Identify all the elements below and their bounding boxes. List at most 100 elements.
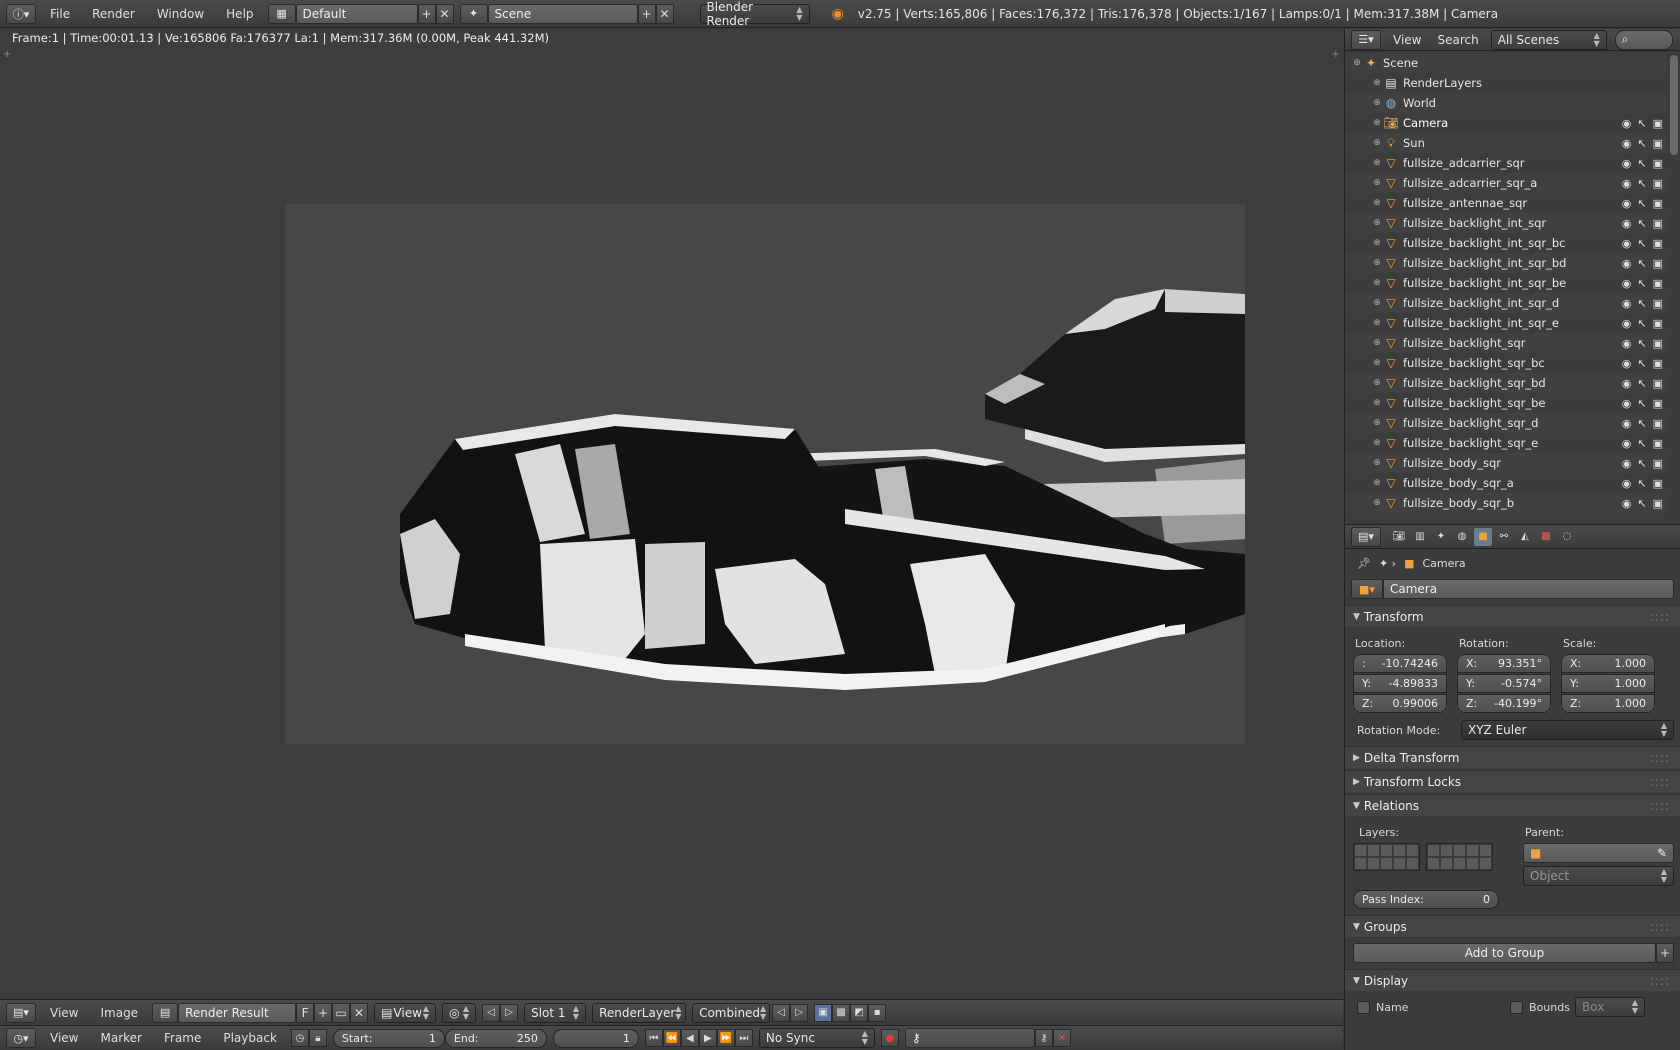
outliner-row[interactable]: ⊕ ▤ RenderLayers (1345, 73, 1667, 93)
next-slot-arrow-icon[interactable]: ▷ (500, 1003, 519, 1022)
renderable-camera-icon[interactable]: ▣ (1653, 477, 1663, 490)
expand-toggle-icon[interactable]: ⊕ (1371, 278, 1383, 288)
expand-toggle-icon[interactable]: ⊕ (1371, 398, 1383, 408)
expand-toggle-icon[interactable]: ⊕ (1371, 438, 1383, 448)
fake-user-button[interactable]: F (296, 1002, 315, 1023)
display-panel-header[interactable]: ▼ Display:::: (1345, 969, 1680, 991)
object-name-field[interactable]: Camera (1383, 579, 1674, 599)
tab-render-icon[interactable]: 📷︎ (1390, 528, 1408, 546)
selectable-cursor-icon[interactable]: ↖ (1637, 277, 1646, 290)
expand-toggle-icon[interactable]: ⊕ (1371, 318, 1383, 328)
delete-keyframe-icon[interactable]: ✕ (1052, 1029, 1071, 1047)
insert-keyframe-icon[interactable]: ⚷ (1034, 1029, 1053, 1047)
add-scene-button[interactable]: + (637, 3, 656, 24)
outliner-row[interactable]: ⊕ ▽ fullsize_backlight_int_sqr ◉ ↖ ▣ (1345, 213, 1667, 233)
object-browse-button[interactable]: ■▾ (1351, 579, 1383, 599)
open-image-button[interactable]: ▭ (332, 1002, 351, 1023)
expand-toggle-icon[interactable]: ⊕ (1351, 58, 1363, 68)
preview-range-icon[interactable]: ◷ (290, 1029, 309, 1047)
renderable-camera-icon[interactable]: ▣ (1653, 437, 1663, 450)
outliner-row[interactable]: ⊕ ▽ fullsize_backlight_int_sqr_bd ◉ ↖ ▣ (1345, 253, 1667, 273)
tab-scene-icon[interactable]: ✦ (1432, 528, 1450, 546)
selectable-cursor-icon[interactable]: ↖ (1637, 437, 1646, 450)
location-field[interactable]: : -10.74246 (1353, 654, 1447, 673)
expand-toggle-icon[interactable]: ⊕ (1371, 98, 1383, 108)
render-layer-dropdown[interactable]: RenderLayer ▲ ▼ (592, 1002, 687, 1023)
draw-alpha-checker-icon[interactable]: ▩ (832, 1003, 851, 1022)
new-image-button[interactable]: + (314, 1002, 333, 1023)
visibility-eye-icon[interactable]: ◉ (1622, 277, 1632, 290)
expand-toggle-icon[interactable]: ⊕ (1371, 198, 1383, 208)
expand-toggle-icon[interactable]: ⊕ (1371, 358, 1383, 368)
scale-field[interactable]: X: 1.000 (1561, 654, 1655, 673)
selectable-cursor-icon[interactable]: ↖ (1637, 237, 1646, 250)
lock-time-cursor-icon[interactable]: 🔒︎ (308, 1029, 327, 1047)
visibility-eye-icon[interactable]: ◉ (1622, 377, 1632, 390)
expand-toggle-icon[interactable]: ⊕ (1371, 458, 1383, 468)
tab-constraints-icon[interactable]: ⚯ (1495, 528, 1513, 546)
renderable-camera-icon[interactable]: ▣ (1653, 237, 1663, 250)
outliner-row[interactable]: ⊕ ▽ fullsize_backlight_sqr_e ◉ ↖ ▣ (1345, 433, 1667, 453)
selectable-cursor-icon[interactable]: ↖ (1637, 477, 1646, 490)
expand-toggle-icon[interactable]: ⊕ (1371, 478, 1383, 488)
visibility-eye-icon[interactable]: ◉ (1622, 477, 1632, 490)
add-to-group-button[interactable]: Add to Group (1353, 943, 1656, 963)
jump-next-keyframe-icon[interactable]: ⏩ (716, 1029, 735, 1047)
pivot-dropdown[interactable]: ◎ ▲ ▼ (442, 1002, 477, 1023)
expand-toggle-icon[interactable]: ⊕ (1371, 298, 1383, 308)
visibility-eye-icon[interactable]: ◉ (1622, 177, 1632, 190)
eyedropper-icon[interactable]: ✎ (1657, 846, 1667, 860)
transform-locks-panel-header[interactable]: ▶ Transform Locks:::: (1345, 770, 1680, 792)
selectable-cursor-icon[interactable]: ↖ (1637, 377, 1646, 390)
renderable-camera-icon[interactable]: ▣ (1653, 397, 1663, 410)
image-editor-viewport[interactable]: Frame:1 | Time:00:01.13 | Ve:165806 Fa:1… (0, 29, 1343, 999)
visibility-eye-icon[interactable]: ◉ (1622, 457, 1632, 470)
bounds-type-dropdown[interactable]: Box ▲ ▼ (1575, 997, 1645, 1017)
visibility-eye-icon[interactable]: ◉ (1622, 117, 1632, 130)
selectable-cursor-icon[interactable]: ↖ (1637, 197, 1646, 210)
transform-panel-header[interactable]: ▼ Transform:::: (1345, 605, 1680, 627)
menu-help[interactable]: Help (218, 7, 261, 21)
renderable-camera-icon[interactable]: ▣ (1653, 277, 1663, 290)
outliner-scrollbar[interactable] (1670, 55, 1678, 155)
expand-toggle-icon[interactable]: ⊕ (1371, 238, 1383, 248)
current-frame-field[interactable]: 1 (552, 1028, 639, 1048)
tab-physics-icon[interactable]: ◌ (1558, 528, 1576, 546)
visibility-eye-icon[interactable]: ◉ (1622, 337, 1632, 350)
delete-layout-button[interactable]: ✕ (435, 3, 454, 24)
editor-type-info-button[interactable]: ⓘ▾ (6, 3, 36, 24)
timeline-menu-view[interactable]: View (42, 1031, 86, 1045)
visibility-eye-icon[interactable]: ◉ (1622, 497, 1632, 510)
outliner-row[interactable]: ⊕ ▽ fullsize_backlight_int_sqr_e ◉ ↖ ▣ (1345, 313, 1667, 333)
screen-layout-field[interactable]: Default (295, 3, 418, 24)
name-checkbox[interactable] (1357, 1000, 1370, 1014)
renderable-camera-icon[interactable]: ▣ (1653, 137, 1663, 150)
outliner-search-input[interactable]: ⌕ (1614, 29, 1673, 50)
selectable-cursor-icon[interactable]: ↖ (1637, 117, 1646, 130)
outliner-menu-view[interactable]: View (1389, 33, 1425, 47)
sync-mode-dropdown[interactable]: No Sync ▲ ▼ (758, 1028, 875, 1048)
visibility-eye-icon[interactable]: ◉ (1622, 357, 1632, 370)
menu-render[interactable]: Render (84, 7, 143, 21)
expand-toggle-icon[interactable]: ⊕ (1371, 378, 1383, 388)
renderable-camera-icon[interactable]: ▣ (1653, 417, 1663, 430)
renderable-camera-icon[interactable]: ▣ (1653, 257, 1663, 270)
record-icon[interactable]: ● (880, 1029, 899, 1047)
expand-toggle-icon[interactable]: ⊕ (1371, 338, 1383, 348)
selectable-cursor-icon[interactable]: ↖ (1637, 397, 1646, 410)
renderable-camera-icon[interactable]: ▣ (1653, 457, 1663, 470)
visibility-eye-icon[interactable]: ◉ (1622, 297, 1632, 310)
menu-view[interactable]: View (42, 1006, 86, 1020)
selectable-cursor-icon[interactable]: ↖ (1637, 417, 1646, 430)
sample-tool-icon[interactable]: ▪ (868, 1003, 887, 1022)
visibility-eye-icon[interactable]: ◉ (1622, 137, 1632, 150)
selectable-cursor-icon[interactable]: ↖ (1637, 217, 1646, 230)
play-icon[interactable]: ▶ (698, 1029, 717, 1047)
start-frame-field[interactable]: Start: 1 (332, 1028, 445, 1048)
scale-field[interactable]: Z: 1.000 (1561, 694, 1655, 713)
outliner-row[interactable]: ⊕ ▽ fullsize_backlight_sqr_bc ◉ ↖ ▣ (1345, 353, 1667, 373)
timeline-menu-frame[interactable]: Frame (156, 1031, 209, 1045)
renderable-camera-icon[interactable]: ▣ (1653, 497, 1663, 510)
selectable-cursor-icon[interactable]: ↖ (1637, 157, 1646, 170)
slot-dropdown[interactable]: Slot 1 ▲ ▼ (524, 1002, 587, 1023)
